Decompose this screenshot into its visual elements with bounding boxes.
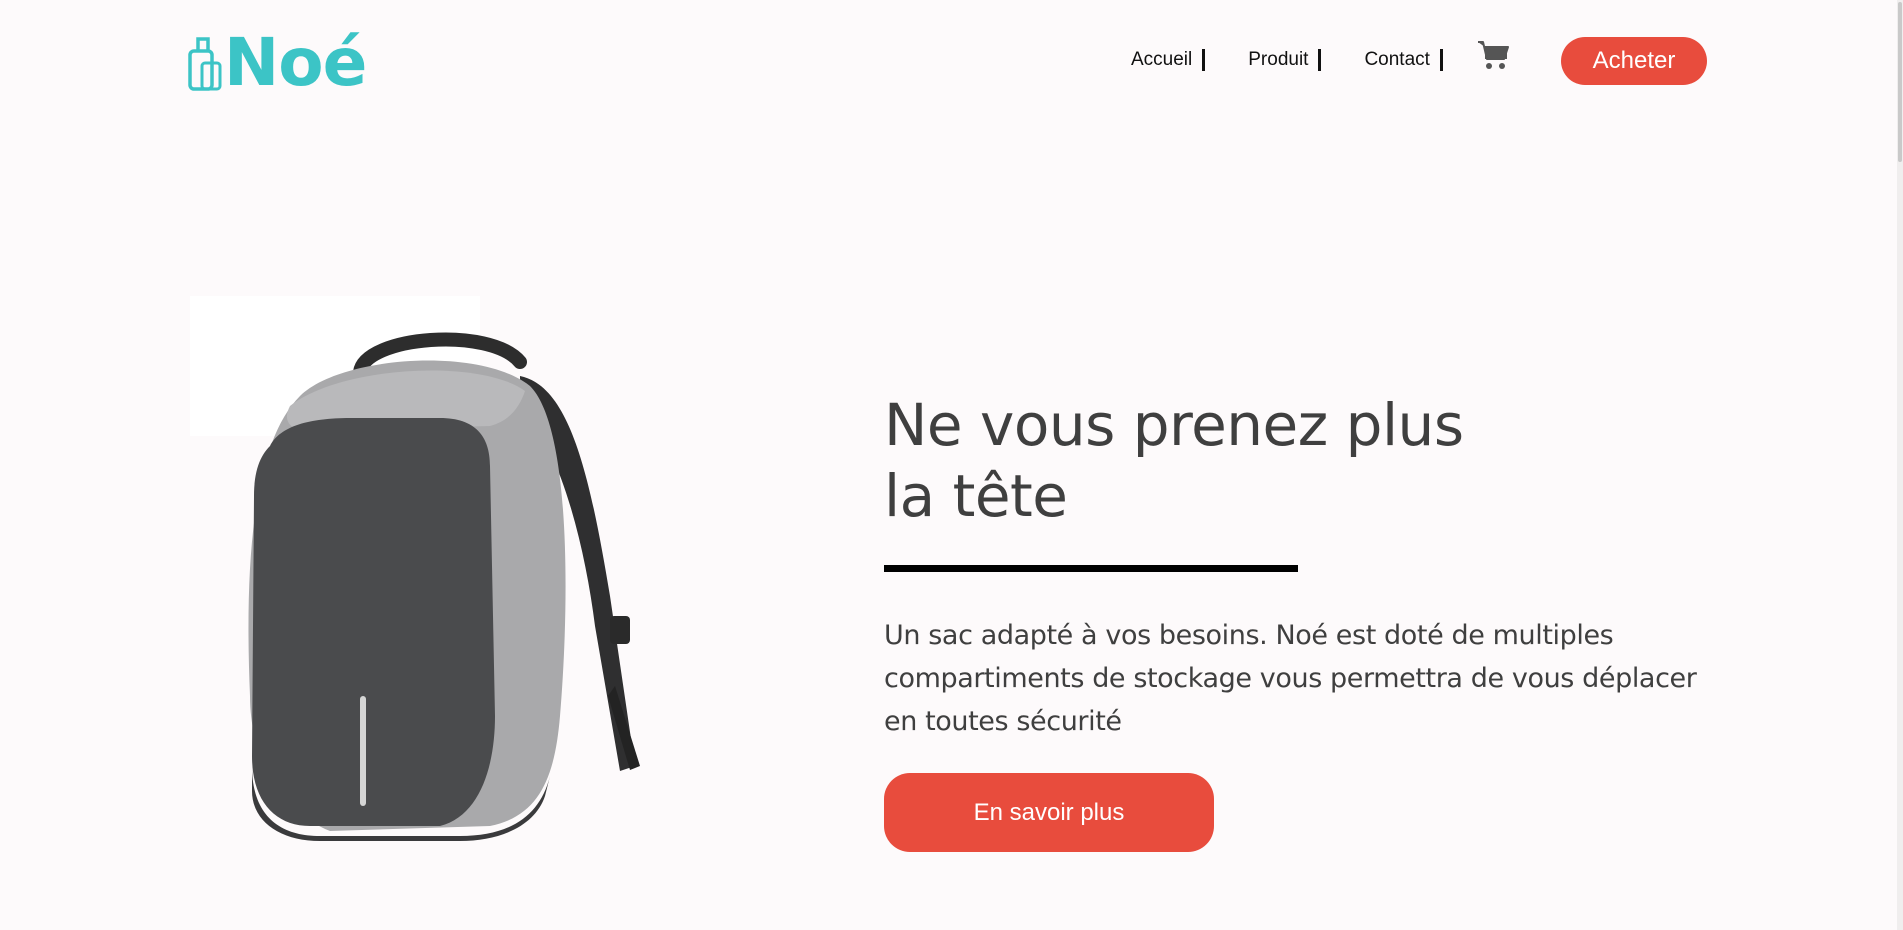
nav-item-accueil[interactable]: Accueil (1131, 49, 1206, 71)
hero-title-line1: Ne vous prenez plus (884, 391, 1464, 459)
hero-divider (884, 565, 1298, 572)
main-nav: Accueil Produit Contact (1131, 44, 1481, 76)
nav-item-contact[interactable]: Contact (1364, 49, 1443, 71)
nav-item-produit[interactable]: Produit (1248, 49, 1322, 71)
site-header: Noé Accueil Produit Contact Acheter (0, 0, 1903, 120)
brand-logo[interactable]: Noé (188, 24, 367, 101)
learn-more-button[interactable]: En savoir plus (884, 773, 1214, 852)
backpack-image (190, 296, 660, 856)
hero-title-line2: la tête (884, 462, 1068, 530)
luggage-icon (188, 37, 222, 91)
scrollbar-thumb[interactable] (1898, 2, 1902, 162)
hero-description-line1: Un sac adapté à vos besoins. Noé est dot… (884, 620, 1614, 651)
hero-description-line2: compartiments de stockage vous permettra… (884, 663, 1697, 694)
brand-name: Noé (224, 24, 367, 101)
landing-page: Noé Accueil Produit Contact Acheter Ne v… (0, 0, 1903, 930)
cart-icon[interactable] (1477, 39, 1511, 71)
hero-description: Un sac adapté à vos besoins. Noé est dot… (884, 614, 1704, 743)
hero-description-line3: en toutes sécurité (884, 706, 1122, 737)
hero-title: Ne vous prenez plus la tête (884, 390, 1484, 532)
page-scrollbar[interactable] (1897, 0, 1903, 930)
buy-button[interactable]: Acheter (1561, 37, 1707, 85)
